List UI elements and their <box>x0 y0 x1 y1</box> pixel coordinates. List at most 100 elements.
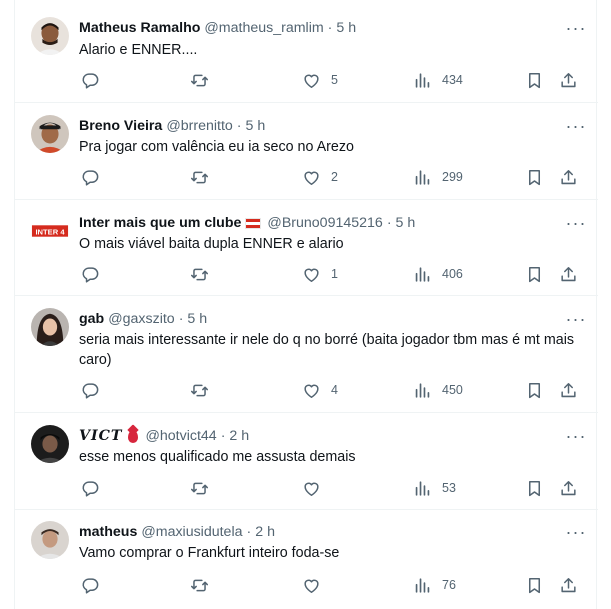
reply-icon <box>81 381 100 400</box>
like-button[interactable] <box>302 477 331 499</box>
more-icon[interactable]: ··· <box>564 18 588 38</box>
more-icon[interactable]: ··· <box>564 426 588 446</box>
reply-button[interactable] <box>81 263 100 285</box>
share-button[interactable] <box>559 166 578 188</box>
like-button[interactable]: 4 <box>302 379 338 401</box>
author-handle[interactable]: @brrenitto <box>166 118 232 134</box>
tweet[interactable]: Breno Vieira @brrenitto · 5 h ··· Pra jo… <box>15 103 598 200</box>
timestamp[interactable]: 5 h <box>336 20 356 36</box>
views-button[interactable]: 450 <box>413 379 463 401</box>
views-button[interactable]: 53 <box>413 477 456 499</box>
avatar[interactable] <box>31 115 69 153</box>
tweet[interactable]: gab @gaxszito · 5 h ··· seria mais inter… <box>15 296 598 413</box>
bookmark-icon <box>525 381 544 400</box>
avatar[interactable] <box>31 308 69 346</box>
like-icon <box>302 71 321 90</box>
reply-button[interactable] <box>81 379 100 401</box>
bookmark-button[interactable] <box>525 379 544 401</box>
timestamp[interactable]: 2 h <box>229 428 249 444</box>
author-name[interactable]: gab <box>79 311 104 327</box>
bookmark-icon <box>525 576 544 595</box>
reply-button[interactable] <box>81 69 100 91</box>
separator-dot: · <box>327 20 333 36</box>
timestamp[interactable]: 2 h <box>255 524 275 540</box>
tweet-header: matheus @maxiusidutela · 2 h <box>79 522 558 542</box>
author-handle[interactable]: @Bruno09145216 <box>267 215 382 231</box>
action-bar: 76 <box>79 574 584 596</box>
avatar[interactable] <box>31 17 69 55</box>
views-icon <box>413 576 432 595</box>
tweet-text: Alario e ENNER.... <box>79 42 198 58</box>
share-button[interactable] <box>559 379 578 401</box>
share-icon <box>559 381 578 400</box>
views-button[interactable]: 434 <box>413 69 463 91</box>
bookmark-button[interactable] <box>525 166 544 188</box>
timestamp[interactable]: 5 h <box>246 118 266 134</box>
view-count: 299 <box>442 170 463 184</box>
share-icon <box>559 71 578 90</box>
share-button[interactable] <box>559 263 578 285</box>
share-button[interactable] <box>559 477 578 499</box>
more-icon[interactable]: ··· <box>564 309 588 329</box>
reply-button[interactable] <box>81 477 100 499</box>
action-bar: 5 434 <box>79 69 584 91</box>
author-name[interactable]: VICT <box>79 428 123 444</box>
like-button[interactable]: 1 <box>302 263 338 285</box>
author-handle[interactable]: @gaxszito <box>108 311 174 327</box>
avatar[interactable] <box>31 425 69 463</box>
views-button[interactable]: 406 <box>413 263 463 285</box>
retweet-button[interactable] <box>190 69 209 91</box>
tweet[interactable]: matheus @maxiusidutela · 2 h ··· Vamo co… <box>15 510 598 609</box>
tweet-header: VICT @hotvict44 · 2 h <box>79 426 558 446</box>
retweet-button[interactable] <box>190 379 209 401</box>
author-name[interactable]: Breno Vieira <box>79 118 162 134</box>
reply-button[interactable] <box>81 166 100 188</box>
like-icon <box>302 265 321 284</box>
views-icon <box>413 71 432 90</box>
tweet[interactable]: VICT @hotvict44 · 2 h ··· esse menos qua… <box>15 413 598 510</box>
retweet-button[interactable] <box>190 166 209 188</box>
like-button[interactable]: 5 <box>302 69 338 91</box>
bookmark-button[interactable] <box>525 263 544 285</box>
retweet-icon <box>190 479 209 498</box>
separator-dot: · <box>178 311 184 327</box>
retweet-button[interactable] <box>190 477 209 499</box>
reply-icon <box>81 265 100 284</box>
reply-timeline: Matheus Ramalho @matheus_ramlim · 5 h ··… <box>14 0 598 609</box>
author-handle[interactable]: @maxiusidutela <box>141 524 242 540</box>
retweet-button[interactable] <box>190 263 209 285</box>
avatar[interactable]: INTER 4 <box>31 212 69 250</box>
tweet[interactable]: Matheus Ramalho @matheus_ramlim · 5 h ··… <box>15 0 598 103</box>
tweet[interactable]: INTER 4 Inter mais que um clube @Bruno09… <box>15 200 598 296</box>
tweet-header: Matheus Ramalho @matheus_ramlim · 5 h <box>79 18 558 38</box>
timestamp[interactable]: 5 h <box>396 215 416 231</box>
view-count: 450 <box>442 383 463 397</box>
bookmark-button[interactable] <box>525 69 544 91</box>
author-name[interactable]: Matheus Ramalho <box>79 20 200 36</box>
tweet-header: gab @gaxszito · 5 h <box>79 309 558 329</box>
reply-button[interactable] <box>81 574 100 596</box>
more-icon[interactable]: ··· <box>564 213 588 233</box>
views-button[interactable]: 76 <box>413 574 456 596</box>
share-icon <box>559 576 578 595</box>
share-button[interactable] <box>559 574 578 596</box>
more-icon[interactable]: ··· <box>564 116 588 136</box>
more-icon[interactable]: ··· <box>564 522 588 542</box>
share-button[interactable] <box>559 69 578 91</box>
timestamp[interactable]: 5 h <box>187 311 207 327</box>
like-button[interactable] <box>302 574 331 596</box>
tweet-text: esse menos qualificado me assusta demais <box>79 449 356 465</box>
like-button[interactable]: 2 <box>302 166 338 188</box>
avatar[interactable] <box>31 521 69 559</box>
views-button[interactable]: 299 <box>413 166 463 188</box>
author-name[interactable]: matheus <box>79 524 137 540</box>
author-name[interactable]: Inter mais que um clube <box>79 215 241 231</box>
view-count: 53 <box>442 481 456 495</box>
view-count: 434 <box>442 73 463 87</box>
bookmark-button[interactable] <box>525 477 544 499</box>
author-handle[interactable]: @matheus_ramlim <box>204 20 323 36</box>
author-handle[interactable]: @hotvict44 <box>146 428 217 444</box>
retweet-button[interactable] <box>190 574 209 596</box>
like-icon <box>302 576 321 595</box>
bookmark-button[interactable] <box>525 574 544 596</box>
